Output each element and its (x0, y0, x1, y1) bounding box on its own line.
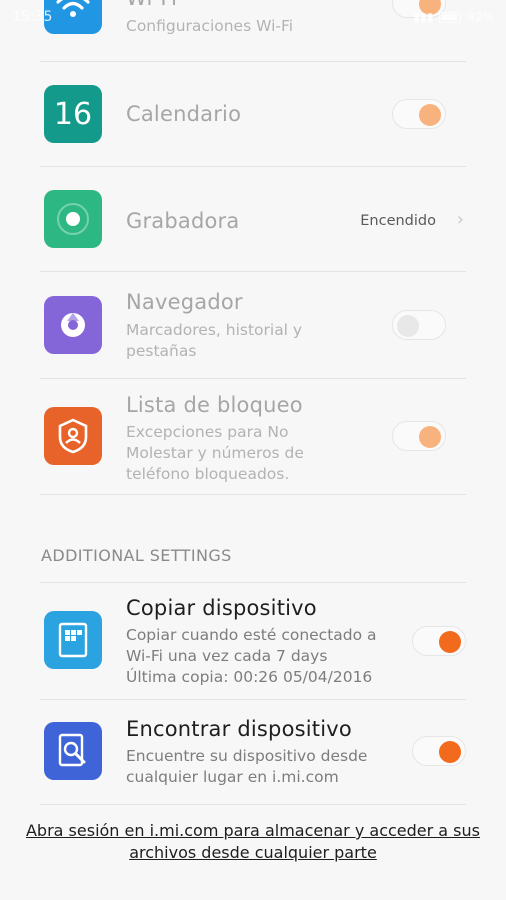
app-title: Lista de bloqueo (126, 393, 303, 417)
toggle-knob (397, 315, 419, 337)
copiar-toggle[interactable] (412, 626, 466, 656)
recorder-app-icon (44, 190, 102, 248)
app-title: Navegador (126, 290, 243, 314)
setting-row-encontrar-dispositivo[interactable]: Encontrar dispositivo Encuentre su dispo… (40, 700, 466, 804)
divider (40, 494, 466, 495)
calendar-app-icon: 16 (44, 85, 102, 143)
app-row-navegador[interactable]: Navegador Marcadores, historial y pestañ… (40, 272, 466, 378)
record-icon (57, 203, 89, 235)
app-row-lista-bloqueo[interactable]: Lista de bloqueo Excepciones para No Mol… (40, 379, 466, 495)
calendar-toggle[interactable] (392, 99, 446, 129)
status-icons: ▮▮▮ 92% (414, 10, 494, 24)
setting-last-backup: Última copia: 00:26 05/04/2016 (126, 668, 373, 686)
setting-title: Encontrar dispositivo (126, 717, 352, 741)
toggle-knob (419, 104, 441, 126)
app-subtitle: Excepciones para No Molestar y números d… (126, 423, 304, 483)
battery-icon (439, 11, 462, 23)
toggle-knob (419, 426, 441, 448)
status-bar: 15:35 ▮▮▮ 92% (0, 0, 506, 34)
setting-title: Copiar dispositivo (126, 596, 317, 620)
shield-icon (58, 418, 88, 454)
app-title: Grabadora (126, 209, 240, 233)
calendar-day: 16 (53, 96, 93, 132)
app-row-grabadora[interactable]: Grabadora Encendido › (40, 167, 466, 271)
setting-subtitle: Copiar cuando esté conectado a Wi-Fi una… (126, 626, 377, 665)
imi-signin-link[interactable]: Abra sesión en i.mi.com para almacenar y… (18, 820, 488, 864)
encontrar-toggle[interactable] (412, 736, 466, 766)
status-time: 15:35 (12, 9, 53, 25)
search-device-icon (58, 733, 86, 767)
toggle-knob (439, 631, 461, 653)
signal-icon: ▮▮▮ (413, 10, 434, 24)
setting-subtitle: Encuentre su dispositivo desde cualquier… (126, 747, 368, 786)
backup-app-icon (44, 611, 102, 669)
imi-footer: Abra sesión en i.mi.com para almacenar y… (0, 820, 506, 864)
toggle-knob (439, 741, 461, 763)
browser-icon (61, 313, 85, 337)
chevron-right-icon: › (456, 209, 464, 230)
setting-row-copiar-dispositivo[interactable]: Copiar dispositivo Copiar cuando esté co… (40, 583, 466, 699)
divider (40, 804, 466, 805)
app-title: Calendario (126, 102, 242, 126)
app-subtitle: Marcadores, historial y pestañas (126, 321, 303, 360)
browser-app-icon (44, 296, 102, 354)
blocklist-toggle[interactable] (392, 421, 446, 451)
grabadora-value: Encendido (360, 213, 436, 229)
backup-icon (58, 622, 88, 658)
navegador-toggle[interactable] (392, 310, 446, 340)
find-device-app-icon (44, 722, 102, 780)
section-header-additional: ADDITIONAL SETTINGS (41, 546, 232, 565)
blocklist-app-icon (44, 407, 102, 465)
app-row-calendario[interactable]: 16 Calendario (40, 62, 466, 166)
battery-percent: 92% (467, 10, 494, 24)
